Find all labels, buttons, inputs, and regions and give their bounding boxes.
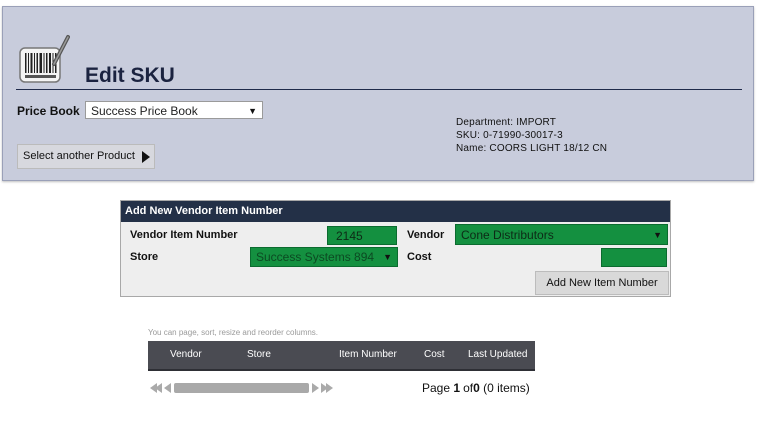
- add-new-item-number-button[interactable]: Add New Item Number: [535, 271, 669, 295]
- pager-slider[interactable]: [174, 383, 309, 393]
- price-book-label: Price Book: [17, 104, 80, 118]
- last-page-icon-2: [326, 383, 333, 393]
- sku-text: SKU: 0-71990-30017-3: [456, 130, 563, 141]
- grid-hint: You can page, sort, resize and reorder c…: [148, 328, 319, 337]
- vendor-item-number-label: Vendor Item Number: [130, 229, 238, 241]
- department-text: Department: IMPORT: [456, 117, 557, 128]
- vendor-item-panel: Add New Vendor Item Number Vendor Item N…: [120, 200, 671, 297]
- dropdown-arrow-icon: ▼: [383, 252, 392, 262]
- cost-label: Cost: [407, 251, 432, 263]
- current-page: 1: [453, 381, 461, 395]
- dropdown-arrow-icon: ▼: [653, 230, 662, 240]
- vendor-item-number-value: 2145: [336, 229, 363, 243]
- vendor-item-number-input[interactable]: 2145: [327, 226, 397, 245]
- column-header-last-updated[interactable]: Last Updated: [468, 341, 528, 369]
- vendor-value: Cone Distributors: [461, 228, 554, 242]
- page-of: of: [463, 381, 474, 395]
- cost-input[interactable]: [601, 248, 667, 267]
- column-header-cost[interactable]: Cost: [424, 341, 445, 369]
- column-header-store[interactable]: Store: [247, 341, 271, 369]
- vendor-label: Vendor: [407, 229, 445, 241]
- product-name-text: Name: COORS LIGHT 18/12 CN: [456, 143, 608, 154]
- first-page-icon-2: [155, 383, 162, 393]
- store-value: Success Systems 894: [256, 250, 375, 264]
- item-count: (0 items): [483, 381, 530, 395]
- page-title: Edit SKU: [85, 64, 175, 87]
- select-another-product-label: Select another Product: [23, 150, 135, 162]
- page-info: Page 1 of0 (0 items): [422, 381, 530, 395]
- title-divider: [16, 89, 742, 90]
- header-panel: Edit SKU Price Book Success Price Book ▼…: [2, 6, 754, 181]
- chevron-right-icon: [142, 151, 150, 163]
- store-select[interactable]: Success Systems 894 ▼: [250, 247, 398, 267]
- total-pages: 0: [473, 381, 480, 395]
- page-prefix: Page: [422, 381, 451, 395]
- pager-bar: [150, 381, 335, 395]
- vendor-panel-title: Add New Vendor Item Number: [121, 201, 670, 222]
- barcode-icon: [19, 35, 70, 83]
- vendor-select[interactable]: Cone Distributors ▼: [455, 224, 668, 245]
- column-header-vendor[interactable]: Vendor: [170, 341, 202, 369]
- select-another-product-button[interactable]: Select another Product: [17, 144, 155, 169]
- store-label: Store: [130, 251, 159, 263]
- next-page-icon[interactable]: [312, 383, 319, 393]
- prev-page-icon[interactable]: [164, 383, 171, 393]
- price-book-value: Success Price Book: [91, 104, 198, 118]
- dropdown-arrow-icon: ▼: [248, 106, 257, 116]
- column-header-item-number[interactable]: Item Number: [339, 341, 397, 369]
- price-book-select[interactable]: Success Price Book ▼: [85, 101, 263, 119]
- grid-header: Vendor Store Item Number Cost Last Updat…: [148, 341, 535, 371]
